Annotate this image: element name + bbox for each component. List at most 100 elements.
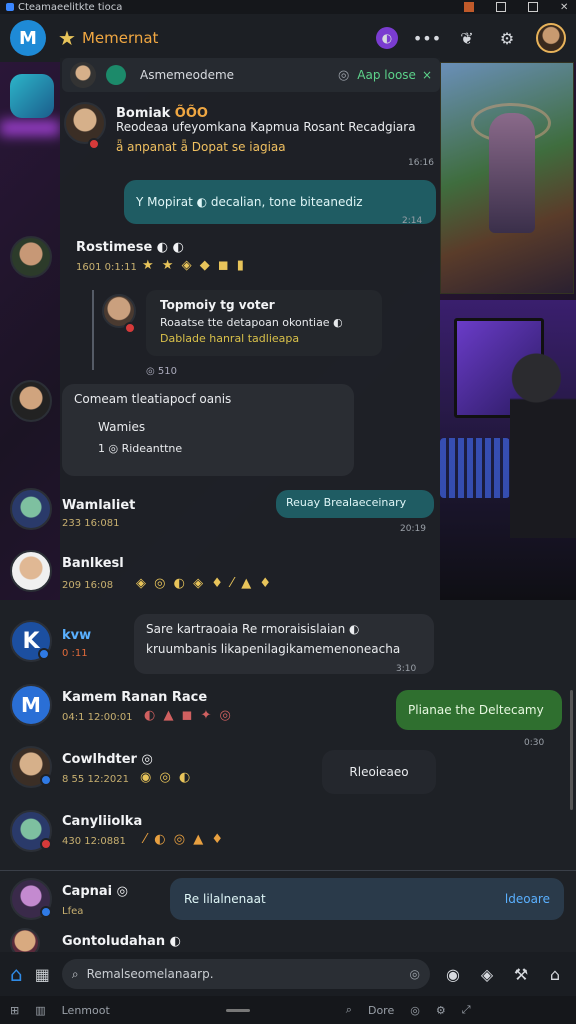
bottom-nav: ⊞ ▥ Lenmoot ⌕ Dore ◎ ⚙ ⤢: [0, 996, 576, 1024]
status-badge: [40, 906, 52, 918]
message-bubble[interactable]: Rleoieaeo: [322, 750, 436, 794]
status-icon[interactable]: ◐: [376, 27, 398, 49]
reaction-row[interactable]: ★ ★ ◈ ◆ ◼ ▮: [142, 258, 246, 273]
mic-icon[interactable]: ◎: [410, 967, 420, 981]
home-icon[interactable]: ⌂: [10, 962, 23, 986]
game-screenshot-thumbnail[interactable]: [440, 62, 574, 294]
settings-gear-icon[interactable]: ⚙: [496, 27, 518, 49]
sender-name: Capnai ◎: [62, 884, 128, 899]
app-header: M ★ Memernat ◐ ••• ❦ ⚙: [0, 14, 576, 62]
neon-glow: [0, 120, 60, 136]
status-badge: [124, 322, 136, 334]
avatar[interactable]: M: [10, 684, 52, 726]
timestamp: 3:10: [396, 664, 417, 674]
message-text-line2: ǟ anpanat ǟ Dopat se iagiaa: [116, 140, 286, 154]
message-bubble[interactable]: Comeam tleatiapocf oanis Wamies 1 ◎ Ride…: [62, 384, 354, 476]
nav-search-icon[interactable]: ⌕: [346, 1003, 352, 1017]
avatar[interactable]: [10, 488, 52, 530]
message-bubble[interactable]: Y Mopirat ◐ decalian, tone biteanediz: [124, 180, 436, 224]
message-text: Reodeaa ufeyomkana Kapmua Rosant Recadgi…: [116, 120, 416, 134]
quote-sender: Topmoiy tg voter: [160, 298, 275, 312]
message-meta: 8 55 12:2021: [62, 774, 129, 785]
feather-icon[interactable]: ❦: [456, 27, 478, 49]
message-meta: 1601 0:1:11: [76, 262, 137, 273]
game-character: [489, 113, 535, 233]
message-input[interactable]: ⌕ Remalseomelanaarp. ◎: [61, 959, 430, 989]
gamer-graphic: [510, 338, 576, 538]
home-indicator[interactable]: [225, 1008, 250, 1012]
notification-banner[interactable]: Asmemeodeme ◎ Aap loose ×: [62, 58, 440, 92]
reaction-row[interactable]: ◈ ◎ ◐ ◈ ♦ ⁄ ▲ ♦: [136, 576, 273, 591]
star-icon[interactable]: ★: [58, 26, 76, 50]
reaction-row[interactable]: ⁄ ◐ ◎ ▲ ♦: [144, 832, 225, 847]
avatar[interactable]: [64, 102, 106, 144]
app-indicator-icon: [6, 3, 14, 11]
avatar[interactable]: [10, 380, 52, 422]
wrench-icon[interactable]: ⚒: [510, 963, 532, 985]
quote-meta: ◎ 510: [146, 366, 177, 377]
nav-list-icon[interactable]: ▥: [35, 1004, 45, 1017]
sync-icon[interactable]: ◎: [338, 68, 349, 83]
timestamp: 2:14: [402, 216, 423, 226]
sender-name: Cowlhdter ◎: [62, 752, 153, 767]
divider: [0, 870, 576, 871]
quote-text: Roaatse tte detapoan okontiae ◐: [160, 316, 343, 329]
sub-sender: Wamies: [98, 420, 146, 434]
reaction-row[interactable]: ◉ ◎ ◐: [140, 770, 192, 785]
keyboard-graphic: [440, 438, 510, 498]
message-text: Sare kartraoaia Re rmoraisislaian ◐: [146, 622, 360, 636]
input-placeholder: Remalseomelanaarp.: [86, 967, 214, 981]
message-bubble[interactable]: Reuay Brealaeceinary: [276, 490, 434, 518]
avatar[interactable]: [10, 550, 52, 592]
reaction-row[interactable]: ◐ ▲ ◼ ✦ ◎: [144, 708, 233, 723]
sender-name: Rostimese ◐ ◐: [76, 240, 185, 255]
reply-thread-line: [92, 290, 94, 370]
nav-label-b[interactable]: Dore: [368, 1004, 394, 1017]
scrollbar[interactable]: [570, 690, 573, 810]
nav-settings-icon[interactable]: ⚙: [436, 1004, 446, 1017]
notif-close-icon[interactable]: ×: [422, 68, 432, 82]
game-icon: [106, 65, 126, 85]
grid-icon[interactable]: ▦: [35, 965, 50, 984]
message-bubble[interactable]: Sare kartraoaia Re rmoraisislaian ◐ kruu…: [134, 614, 434, 674]
sender-name: Gontoludahan ◐: [62, 934, 181, 949]
nav-label-a[interactable]: Lenmoot: [62, 1004, 110, 1017]
channel-title[interactable]: Memernat: [82, 29, 159, 47]
close-icon: ✕: [560, 2, 569, 13]
sender-name: Bomiak ÕÕO: [116, 106, 208, 121]
window-icon: [496, 2, 506, 12]
status-badge: [40, 838, 52, 850]
user-avatar[interactable]: [536, 23, 566, 53]
layout-icon: [528, 2, 538, 12]
timestamp: 16:16: [408, 158, 434, 168]
message-bubble[interactable]: Plianae the Deltecamy: [396, 690, 562, 730]
message-bubble[interactable]: Re lilalnenaat ldeoare: [170, 878, 564, 920]
message-action[interactable]: ldeoare: [505, 892, 550, 906]
avatar[interactable]: [10, 236, 52, 278]
nav-chat-icon[interactable]: ◎: [410, 1004, 420, 1017]
composer-bar: ⌂ ▦ ⌕ Remalseomelanaarp. ◎ ◉ ◈ ⚒ ⌂: [0, 952, 576, 996]
notif-action[interactable]: Aap loose: [357, 68, 416, 82]
message-text: Comeam tleatiapocf oanis: [74, 392, 232, 406]
server-icon[interactable]: [10, 74, 54, 118]
nav-expand-icon[interactable]: ⤢: [462, 1003, 471, 1017]
gift-icon[interactable]: ⌂: [544, 963, 566, 985]
message-text: Re lilalnenaat: [184, 892, 266, 906]
notif-avatar: [70, 62, 96, 88]
more-icon[interactable]: •••: [413, 27, 441, 49]
notification-icon: [464, 2, 474, 12]
nav-grid-icon[interactable]: ⊞: [10, 1004, 19, 1017]
sender-name: Canyliiolka: [62, 814, 143, 829]
sender-name: Banlkesl: [62, 556, 124, 571]
app-logo-icon[interactable]: M: [10, 20, 46, 56]
message-meta: 04:1 12:00:01: [62, 712, 133, 723]
gaming-desk-image[interactable]: [440, 298, 576, 598]
camera-icon[interactable]: ◉: [442, 963, 464, 985]
sender-name: Kamem Ranan Race: [62, 690, 208, 705]
notif-text: Asmemeodeme: [140, 68, 235, 82]
status-badge: [38, 648, 50, 660]
status-badge: [88, 138, 100, 150]
sticker-icon[interactable]: ◈: [476, 963, 498, 985]
message-meta: 430 12:0881: [62, 836, 126, 847]
message-meta: Lfea: [62, 906, 84, 917]
